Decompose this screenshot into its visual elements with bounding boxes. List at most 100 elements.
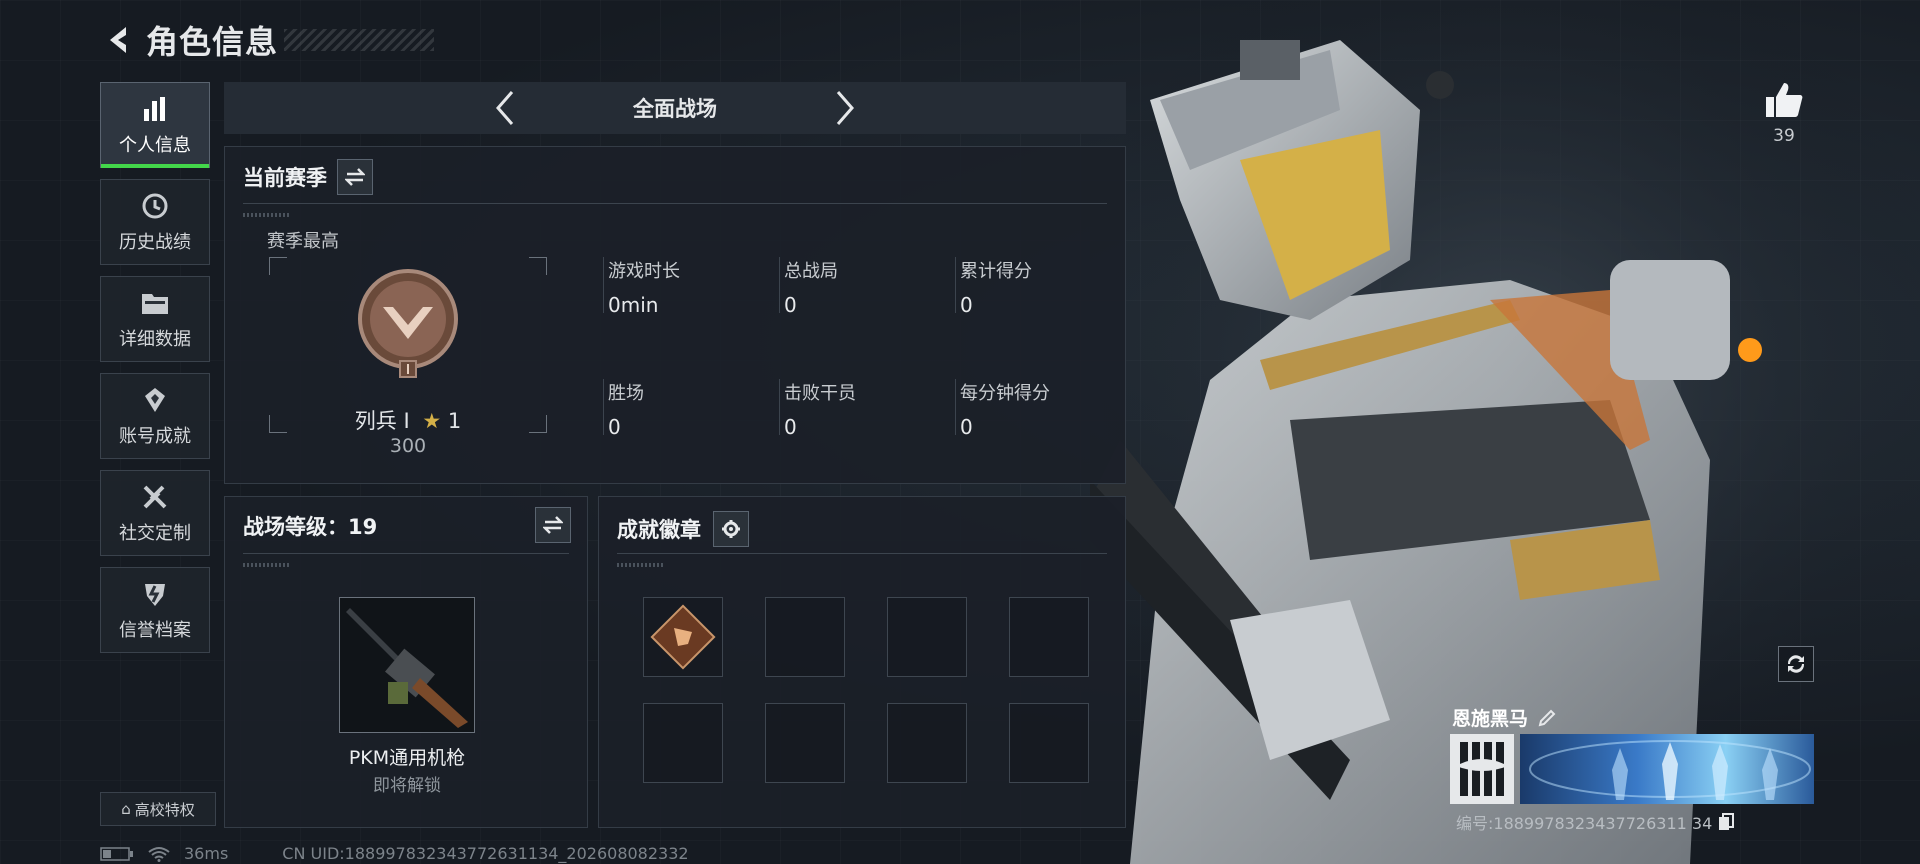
page-header: 角色信息 bbox=[100, 18, 435, 62]
rank-name: 列兵 Ⅰ bbox=[354, 409, 410, 433]
refresh-icon bbox=[1787, 655, 1805, 673]
badge-slot-1[interactable] bbox=[643, 597, 723, 677]
sidebar-item-achievements[interactable]: 账号成就 bbox=[100, 373, 210, 459]
player-name-row: 恩施黑马 bbox=[1452, 704, 1556, 731]
refresh-button[interactable] bbox=[1778, 646, 1814, 682]
stat-label: 总战局 bbox=[784, 261, 838, 282]
mode-title: 全面战场 bbox=[633, 97, 717, 121]
bar-chart-icon bbox=[138, 93, 172, 125]
sidebar-item-label: 社交定制 bbox=[119, 523, 191, 544]
season-best-label: 赛季最高 bbox=[267, 231, 339, 252]
mode-selector: 全面战场 bbox=[224, 82, 1126, 134]
swap-icon bbox=[543, 516, 563, 534]
stat-label: 胜场 bbox=[608, 383, 644, 404]
achievement-icon bbox=[138, 384, 172, 416]
battlefield-level-panel: 战场等级：19 PKM通用机枪 即将解锁 bbox=[224, 496, 588, 828]
stat-label: 击败干员 bbox=[784, 383, 856, 404]
stat-value: 0 bbox=[960, 415, 973, 439]
stat-label: 累计得分 bbox=[960, 261, 1032, 282]
machine-gun-icon bbox=[346, 608, 468, 728]
ping-value: 36ms bbox=[184, 844, 229, 863]
badge-slot-3[interactable] bbox=[887, 597, 967, 677]
decoration bbox=[617, 563, 663, 567]
stat-play-time: 游戏时长 0min bbox=[603, 257, 773, 317]
wifi-icon bbox=[148, 846, 170, 862]
stat-value: 0 bbox=[960, 293, 973, 317]
thumbs-up-icon bbox=[1766, 83, 1803, 117]
sidebar-item-credit[interactable]: 信誉档案 bbox=[100, 567, 210, 653]
sidebar-item-label: 详细数据 bbox=[119, 329, 191, 350]
battery-icon bbox=[100, 846, 133, 861]
campus-privilege-button[interactable]: ⌂ 高校特权 bbox=[100, 792, 216, 826]
stat-kills: 击败干员 0 bbox=[779, 379, 949, 439]
edit-pencil-icon[interactable] bbox=[1538, 709, 1556, 727]
player-name: 恩施黑马 bbox=[1452, 708, 1529, 730]
player-emblem[interactable] bbox=[1450, 734, 1514, 804]
emblem-icon bbox=[1456, 742, 1508, 796]
weapon-status: 即将解锁 bbox=[373, 776, 441, 796]
player-banner[interactable] bbox=[1520, 734, 1814, 804]
sidebar-item-profile[interactable]: 个人信息 bbox=[100, 82, 210, 168]
stat-value: 0min bbox=[608, 293, 659, 317]
season-title: 当前赛季 bbox=[243, 166, 327, 190]
banner-art bbox=[1529, 740, 1811, 800]
shield-emblem-icon bbox=[138, 578, 172, 610]
stat-wins: 胜场 0 bbox=[603, 379, 773, 439]
copy-icon[interactable] bbox=[1718, 813, 1735, 831]
like-count: 39 bbox=[1773, 126, 1795, 146]
decoration bbox=[243, 213, 289, 217]
player-id: 编号:1889978323437726311 34 bbox=[1456, 814, 1713, 833]
sidebar-item-history[interactable]: 历史战绩 bbox=[100, 179, 210, 265]
folder-icon bbox=[138, 287, 172, 319]
divider bbox=[617, 553, 1107, 554]
decoration bbox=[243, 563, 289, 567]
uid-text: CN UID:188997832343772631134_20260808233… bbox=[282, 844, 689, 863]
rank-stars: 1 bbox=[447, 409, 462, 433]
mode-prev-button[interactable] bbox=[485, 86, 525, 130]
player-id-row: 编号:1889978323437726311 34 bbox=[1456, 810, 1735, 834]
rank-badge-icon bbox=[358, 269, 458, 378]
weapon-name: PKM通用机枪 bbox=[348, 747, 466, 769]
stat-total-score: 累计得分 0 bbox=[955, 257, 1125, 317]
dragon-badge-icon bbox=[650, 604, 716, 670]
chevron-right-icon bbox=[836, 91, 854, 125]
badge-slot-8[interactable] bbox=[1009, 703, 1089, 783]
badge-title: 成就徽章 bbox=[617, 518, 701, 542]
sidebar-item-label: 历史战绩 bbox=[119, 232, 191, 253]
stat-label: 每分钟得分 bbox=[960, 383, 1050, 404]
stat-value: 0 bbox=[608, 415, 621, 439]
stat-total-matches: 总战局 0 bbox=[779, 257, 949, 317]
sidebar-item-social[interactable]: 社交定制 bbox=[100, 470, 210, 556]
mode-next-button[interactable] bbox=[825, 86, 865, 130]
history-clock-icon bbox=[138, 190, 172, 222]
sidebar-item-label: 个人信息 bbox=[119, 135, 191, 156]
achievement-badge-panel: 成就徽章 bbox=[598, 496, 1126, 828]
back-button[interactable] bbox=[100, 20, 134, 60]
like-button[interactable] bbox=[1762, 78, 1806, 122]
gear-icon bbox=[722, 520, 740, 538]
page-title: 角色信息 bbox=[146, 23, 279, 61]
badge-slot-6[interactable] bbox=[765, 703, 845, 783]
badge-slot-7[interactable] bbox=[887, 703, 967, 783]
sidebar-item-label: 账号成就 bbox=[119, 426, 191, 447]
rank-score: 300 bbox=[389, 435, 427, 457]
star-icon: ★ bbox=[422, 409, 442, 433]
season-panel: 当前赛季 赛季最高 列兵 Ⅰ ★ 1 300 游戏时长 0min 总战局 0 累… bbox=[224, 146, 1126, 484]
level-title: 战场等级：19 bbox=[243, 515, 378, 539]
badge-slot-4[interactable] bbox=[1009, 597, 1089, 677]
stat-value: 0 bbox=[784, 415, 797, 439]
sidebar-item-details[interactable]: 详细数据 bbox=[100, 276, 210, 362]
badge-settings-button[interactable] bbox=[713, 511, 749, 547]
back-arrow-icon bbox=[110, 27, 126, 53]
stat-value: 0 bbox=[784, 293, 797, 317]
season-switch-button[interactable] bbox=[337, 159, 373, 195]
tools-icon bbox=[138, 481, 172, 513]
badge-slot-2[interactable] bbox=[765, 597, 845, 677]
badge-slot-5[interactable] bbox=[643, 703, 723, 783]
divider bbox=[243, 203, 1107, 204]
level-switch-button[interactable] bbox=[535, 507, 571, 543]
title-decoration bbox=[284, 29, 435, 51]
weapon-reward-slot[interactable] bbox=[339, 597, 475, 733]
stat-label: 游戏时长 bbox=[608, 261, 680, 282]
stat-score-per-minute: 每分钟得分 0 bbox=[955, 379, 1125, 439]
